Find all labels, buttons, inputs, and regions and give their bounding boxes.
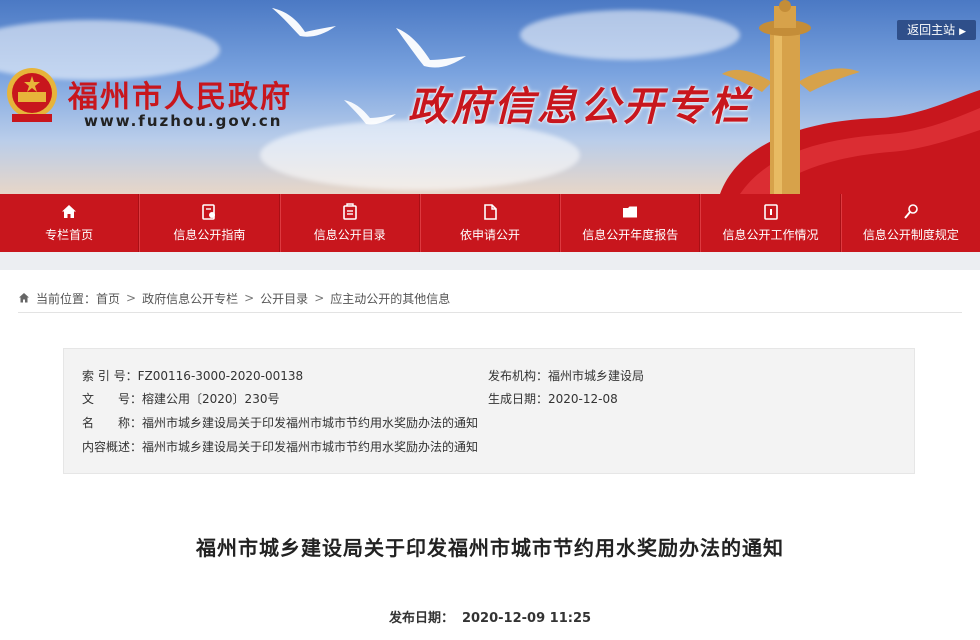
meta-summary-value: 福州市城乡建设局关于印发福州市城市节约用水奖励办法的通知 xyxy=(142,440,479,454)
nav-item-label: 信息公开工作情况 xyxy=(722,228,819,242)
meta-summary-row: 内容概述：福州市城乡建设局关于印发福州市城市节约用水奖励办法的通知 xyxy=(82,437,478,457)
breadcrumb-column-link[interactable]: 政府信息公开专栏 xyxy=(142,290,238,307)
breadcrumb-divider xyxy=(18,312,962,313)
meta-doc-number-label: 文 号： xyxy=(82,392,143,406)
meta-summary-label: 内容概述： xyxy=(82,440,143,454)
folder-icon xyxy=(623,206,638,218)
meta-created-date-label: 生成日期： xyxy=(488,392,549,406)
section-divider xyxy=(0,252,980,270)
publish-date: 发布日期： 2020-12-09 11:25 xyxy=(0,607,980,626)
nav-item-label: 依申请公开 xyxy=(459,228,520,242)
meta-name-row: 名 称：福州市城乡建设局关于印发福州市城市节约用水奖励办法的通知 xyxy=(82,413,478,433)
nav-item-disclosure-guide[interactable]: 信息公开指南 xyxy=(139,194,280,252)
document-icon xyxy=(484,204,497,220)
home-icon xyxy=(19,293,29,303)
nav-item-apply-disclosure[interactable]: 依申请公开 xyxy=(419,194,561,252)
article-title: 福州市城乡建设局关于印发福州市城市节约用水奖励办法的通知 xyxy=(196,536,784,560)
site-title: 福州市人民政府 xyxy=(68,80,292,115)
publish-date-label: 发布日期： xyxy=(388,611,454,626)
meta-publisher-value: 福州市城乡建设局 xyxy=(548,369,645,383)
nav-item-label: 信息公开目录 xyxy=(313,228,386,242)
dove-icon xyxy=(272,8,336,37)
document-meta-box: 索 引 号：FZ00116-3000-2020-00138 发布机构：福州市城乡… xyxy=(63,348,915,474)
nav-item-label: 信息公开制度规定 xyxy=(862,228,959,242)
breadcrumb: 当前位置： 首页 > 政府信息公开专栏 > 公开目录 > 应主动公开的其他信息 xyxy=(18,284,962,312)
meta-index-value: FZ00116-3000-2020-00138 xyxy=(137,369,304,383)
dove-icon xyxy=(344,100,396,125)
site-url: www.fuzhou.gov.cn xyxy=(84,112,283,130)
meta-name-label: 名 称： xyxy=(82,416,143,430)
nav-item-regulations[interactable]: 信息公开制度规定 xyxy=(840,194,980,252)
nav-item-label: 信息公开年度报告 xyxy=(582,228,679,242)
nav-item-work-status[interactable]: 信息公开工作情况 xyxy=(700,194,841,252)
return-main-site-label: 返回主站 xyxy=(907,23,956,37)
breadcrumb-current-link[interactable]: 应主动公开的其他信息 xyxy=(330,290,450,307)
caret-right-icon: ▶ xyxy=(959,27,966,37)
clipboard-icon xyxy=(763,204,778,220)
meta-publisher-row: 发布机构：福州市城乡建设局 xyxy=(488,366,644,386)
home-icon xyxy=(62,205,77,218)
nav-item-label: 信息公开指南 xyxy=(173,228,246,242)
breadcrumb-separator: > xyxy=(314,291,325,305)
meta-index-label: 索 引 号： xyxy=(82,369,138,383)
meta-publisher-label: 发布机构： xyxy=(488,369,549,383)
meta-doc-number-row: 文 号：榕建公用〔2020〕230号 xyxy=(82,389,279,409)
catalog-icon xyxy=(342,203,357,220)
nav-item-column-home[interactable]: 专栏首页 xyxy=(0,194,140,252)
header-banner: 福州市人民政府 www.fuzhou.gov.cn 政府信息公开专栏 返回主站 ▶ xyxy=(0,0,980,194)
guide-icon xyxy=(202,204,216,220)
breadcrumb-home-link[interactable]: 首页 xyxy=(96,290,120,307)
meta-created-date-value: 2020-12-08 xyxy=(548,392,618,406)
breadcrumb-separator: > xyxy=(244,291,255,305)
meta-doc-number-value: 榕建公用〔2020〕230号 xyxy=(142,392,280,406)
nav-item-disclosure-catalog[interactable]: 信息公开目录 xyxy=(279,194,420,252)
meta-name-value: 福州市城乡建设局关于印发福州市城市节约用水奖励办法的通知 xyxy=(142,416,479,430)
nav-item-annual-report[interactable]: 信息公开年度报告 xyxy=(560,194,701,252)
breadcrumb-prefix: 当前位置： xyxy=(36,291,97,306)
breadcrumb-separator: > xyxy=(126,291,137,305)
publish-date-value: 2020-12-09 11:25 xyxy=(461,611,592,626)
nav-item-label: 专栏首页 xyxy=(45,228,94,242)
breadcrumb-catalog-link[interactable]: 公开目录 xyxy=(260,290,308,307)
meta-index-row: 索 引 号：FZ00116-3000-2020-00138 xyxy=(82,366,303,386)
search-person-icon xyxy=(904,204,918,219)
main-nav: 专栏首页 信息公开指南 信息公开目录 依申请公开 信息公开年度报告 信息公开工作… xyxy=(0,194,980,252)
meta-created-date-row: 生成日期：2020-12-08 xyxy=(488,389,618,409)
national-emblem-icon xyxy=(7,68,57,122)
return-main-site-button[interactable]: 返回主站 ▶ xyxy=(897,20,976,40)
